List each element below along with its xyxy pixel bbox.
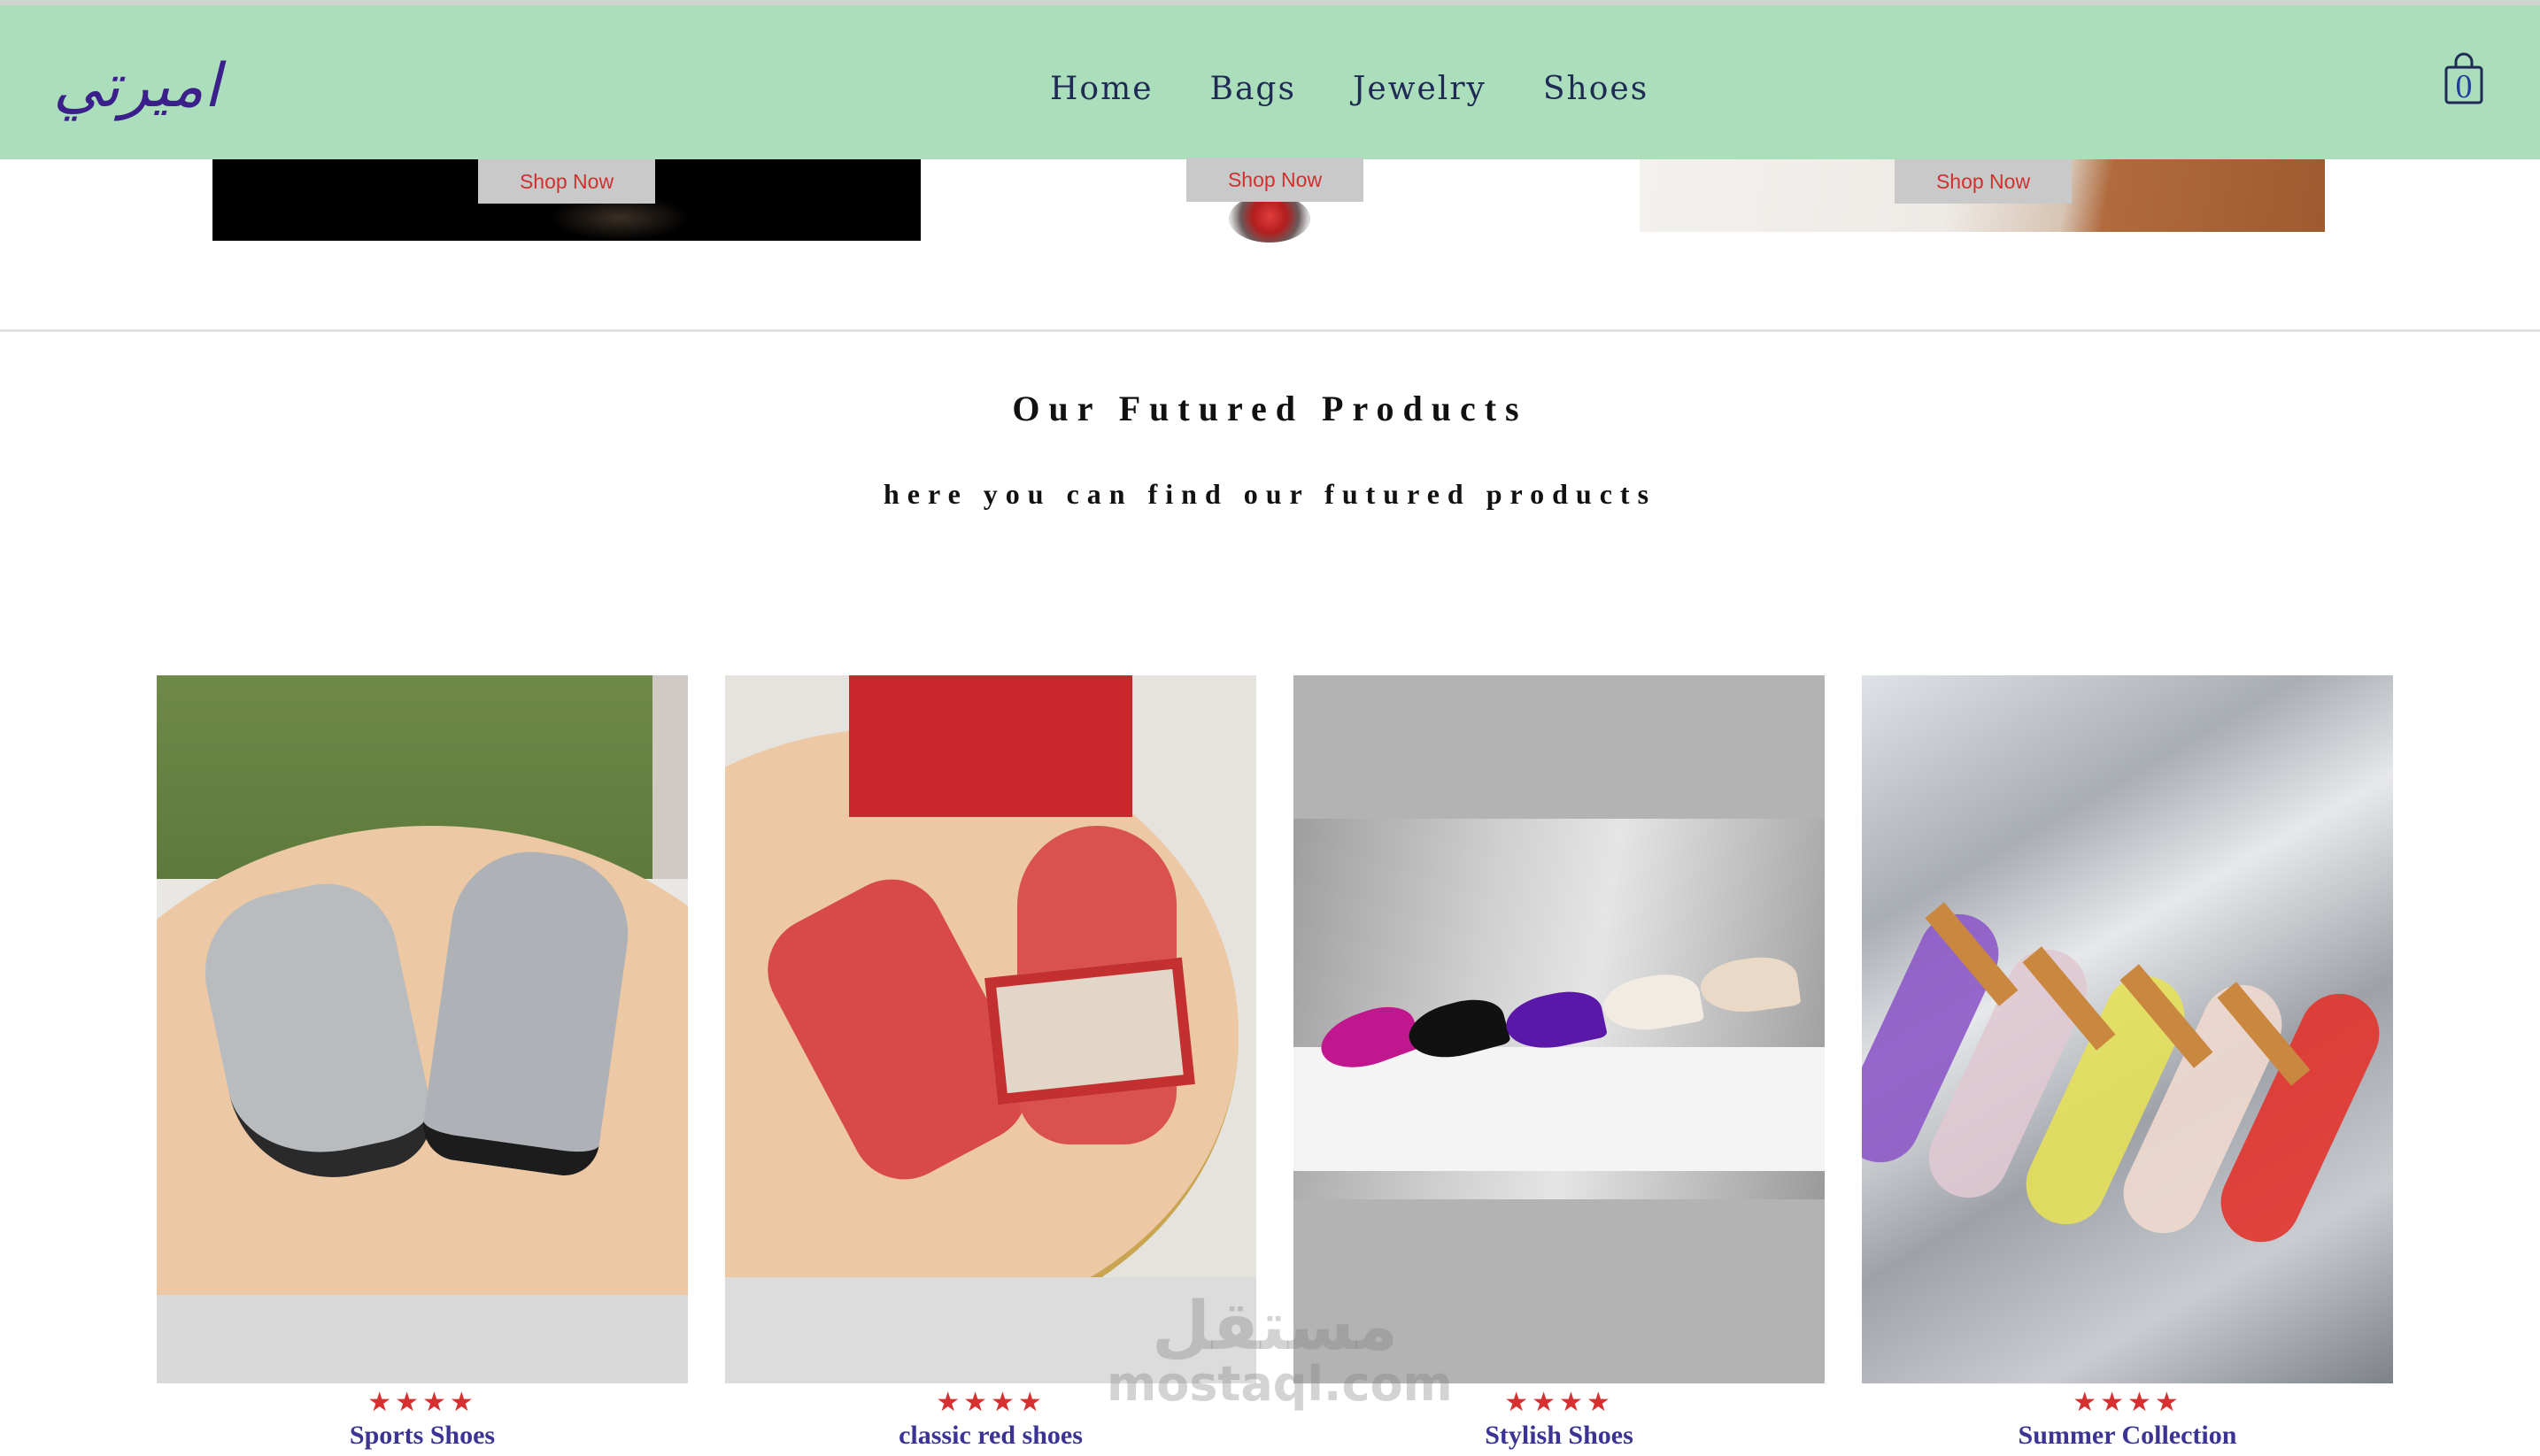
shop-now-button-bags[interactable]: Shop Now xyxy=(478,159,655,204)
product-image[interactable] xyxy=(157,675,688,1383)
section-divider xyxy=(0,329,2540,332)
ring-image xyxy=(1229,195,1310,243)
product-image[interactable] xyxy=(725,675,1256,1383)
product-name[interactable]: classic red shoes xyxy=(725,1421,1256,1451)
watermark-latin: mostaql.com xyxy=(1107,1356,1453,1412)
cart-count: 0 xyxy=(2455,68,2473,105)
site-logo[interactable]: اميرتي xyxy=(53,57,220,117)
navbar: اميرتي Home Bags Jewelry Shoes 0 xyxy=(0,5,2540,159)
product-card[interactable]: ★★★★ Summer Collection xyxy=(1862,675,2393,1451)
nav-link-jewelry[interactable]: Jewelry xyxy=(1353,71,1486,107)
product-name[interactable]: Stylish Shoes xyxy=(1293,1421,1825,1451)
nav-link-home[interactable]: Home xyxy=(1050,71,1154,107)
rating-stars: ★★★★ xyxy=(2073,1387,2182,1418)
main-nav: Home Bags Jewelry Shoes xyxy=(1050,71,1648,107)
watermark: مستقل mostaql.com xyxy=(1107,1286,1453,1412)
shop-now-button-shoes[interactable]: Shop Now xyxy=(1895,159,2072,204)
shop-now-button-jewelry[interactable]: Shop Now xyxy=(1186,158,1363,202)
product-name[interactable]: Sports Shoes xyxy=(157,1421,688,1451)
watermark-arabic: مستقل xyxy=(1152,1286,1398,1365)
rating-stars: ★★★★ xyxy=(367,1387,477,1418)
product-card[interactable]: ★★★★ Sports Shoes xyxy=(157,675,688,1451)
product-image[interactable] xyxy=(1862,675,2393,1383)
featured-title: Our Futured Products xyxy=(1012,389,1528,428)
cart-button[interactable]: 0 xyxy=(2443,51,2484,105)
featured-subtitle: here you can find our futured products xyxy=(883,478,1657,510)
product-name[interactable]: Summer Collection xyxy=(1862,1421,2393,1451)
nav-link-bags[interactable]: Bags xyxy=(1210,71,1296,107)
product-image[interactable] xyxy=(1293,675,1825,1383)
nav-link-shoes[interactable]: Shoes xyxy=(1543,71,1648,107)
